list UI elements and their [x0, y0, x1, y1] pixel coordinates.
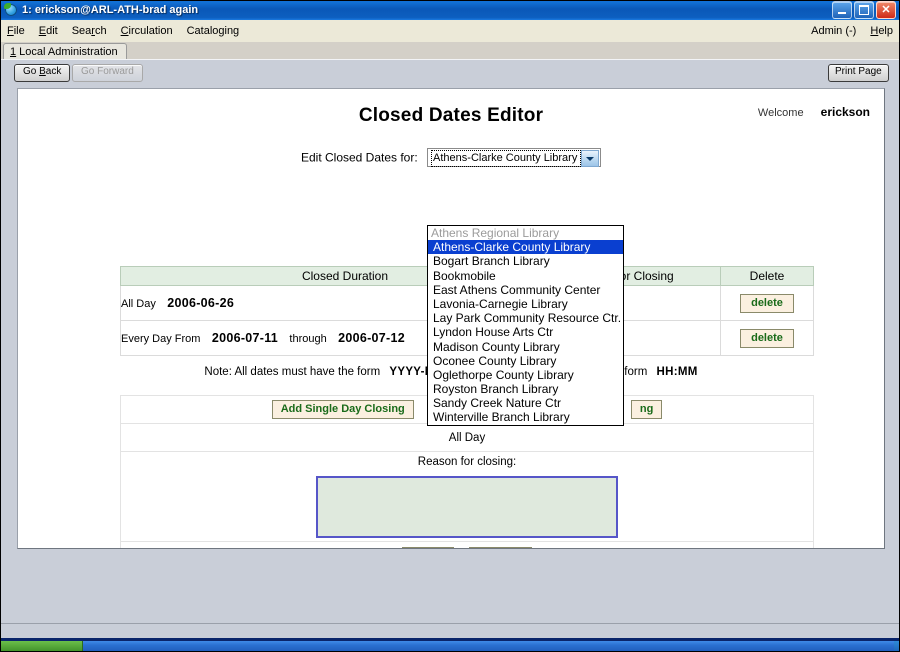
dropdown-option[interactable]: Lay Park Community Resource Ctr. — [428, 311, 623, 325]
row-1-date-end: 2006-07-12 — [338, 331, 405, 345]
row-1-date-start: 2006-07-11 — [212, 331, 278, 345]
menu-search[interactable]: Search — [65, 23, 114, 39]
library-select-value: Athens-Clarke County Library — [431, 150, 581, 167]
navigation-toolbar: Go Back Go Forward Print Page — [0, 60, 900, 85]
form-reason-row: Reason for closing: — [121, 452, 814, 542]
status-bar — [0, 623, 900, 638]
dropdown-option[interactable]: Bogart Branch Library — [428, 254, 623, 268]
menu-cataloging[interactable]: Cataloging — [180, 23, 247, 39]
row-1-through-label: through — [289, 333, 326, 345]
window-controls: ✕ — [832, 1, 900, 19]
row-0-delete-cell: delete — [721, 286, 814, 321]
note-time-format: HH:MM — [656, 366, 697, 378]
dropdown-option[interactable]: Winterville Branch Library — [428, 410, 623, 424]
restore-button[interactable] — [854, 1, 874, 19]
column-delete: Delete — [721, 267, 814, 286]
dropdown-option[interactable]: Sandy Creek Nature Ctr — [428, 396, 623, 410]
application-window: 1: erickson@ARL-ATH-brad again ✕ File Ed… — [0, 0, 900, 652]
dropdown-option[interactable]: Bookmobile — [428, 269, 623, 283]
system-tray — [894, 641, 900, 652]
note-prefix: Note: All dates must have the form — [204, 366, 380, 378]
delete-button[interactable]: delete — [740, 294, 794, 313]
library-selector-label: Edit Closed Dates for: — [301, 151, 418, 165]
cancel-button[interactable]: Cancel — [469, 547, 531, 550]
menu-admin[interactable]: Admin (-) — [804, 23, 863, 39]
dropdown-option[interactable]: Oconee County Library — [428, 354, 623, 368]
menu-bar: File Edit Search Circulation Cataloging … — [0, 20, 900, 43]
minimize-button[interactable] — [832, 1, 852, 19]
add-single-day-closing-button[interactable]: Add Single Day Closing — [272, 400, 414, 419]
reason-label: Reason for closing: — [121, 452, 813, 476]
add-detailed-closing-button[interactable]: ng — [631, 400, 662, 419]
title-bar: 1: erickson@ARL-ATH-brad again ✕ — [0, 0, 900, 20]
dropdown-option[interactable]: Lavonia-Carnegie Library — [428, 297, 623, 311]
menu-edit[interactable]: Edit — [32, 23, 65, 39]
row-0-date-start: 2006-06-26 — [167, 296, 234, 310]
library-selector-row: Edit Closed Dates for: Athens-Clarke Cou… — [18, 148, 884, 167]
library-dropdown-list[interactable]: Athens Regional LibraryAthens-Clarke Cou… — [427, 225, 624, 426]
row-1-type-label: Every Day From — [121, 333, 200, 345]
menu-file[interactable]: File — [0, 23, 32, 39]
chevron-down-icon[interactable] — [581, 150, 599, 167]
reason-cell: Reason for closing: — [121, 452, 814, 542]
dropdown-option[interactable]: Lyndon House Arts Ctr — [428, 325, 623, 339]
print-page-button[interactable]: Print Page — [828, 64, 889, 82]
dropdown-option[interactable]: Madison County Library — [428, 340, 623, 354]
all-day-label: All Day — [449, 432, 485, 444]
page-title: Closed Dates Editor — [18, 105, 884, 127]
row-1-delete-cell: delete — [721, 321, 814, 356]
all-day-cell: All Day — [121, 424, 814, 452]
save-button[interactable]: Save — [402, 547, 454, 550]
dropdown-option[interactable]: East Athens Community Center — [428, 283, 623, 297]
go-forward-button: Go Forward — [72, 64, 143, 82]
menu-circulation[interactable]: Circulation — [114, 23, 180, 39]
taskbar — [0, 641, 900, 652]
form-actions-cell: Save Cancel — [121, 542, 814, 550]
close-button[interactable]: ✕ — [876, 1, 896, 19]
go-back-button[interactable]: Go Back — [14, 64, 70, 82]
dropdown-option[interactable]: Royston Branch Library — [428, 382, 623, 396]
library-select[interactable]: Athens-Clarke County Library — [427, 148, 601, 167]
application-globe-icon — [4, 3, 18, 17]
menu-help[interactable]: Help — [863, 23, 900, 39]
dropdown-option[interactable]: Athens-Clarke County Library — [428, 240, 623, 254]
dropdown-group-header: Athens Regional Library — [428, 226, 623, 240]
reason-textarea[interactable] — [316, 476, 618, 538]
start-button[interactable] — [0, 641, 83, 652]
dropdown-option[interactable]: Oglethorpe County Library — [428, 368, 623, 382]
menu-file-label-rest: ile — [14, 25, 25, 37]
tab-strip: 1 Local Administration — [0, 42, 900, 60]
form-save-row: Save Cancel — [121, 542, 814, 550]
note-form-word: form — [624, 366, 647, 378]
window-title: 1: erickson@ARL-ATH-brad again — [22, 4, 198, 16]
browser-chrome: Go Back Go Forward Print Page Welcome er… — [0, 59, 900, 638]
row-0-type-label: All Day — [121, 298, 156, 310]
form-allday-row: All Day — [121, 424, 814, 452]
menu-bar-right: Admin (-) Help — [804, 23, 900, 39]
menu-edit-label-rest: dit — [46, 25, 58, 37]
delete-button[interactable]: delete — [740, 329, 794, 348]
